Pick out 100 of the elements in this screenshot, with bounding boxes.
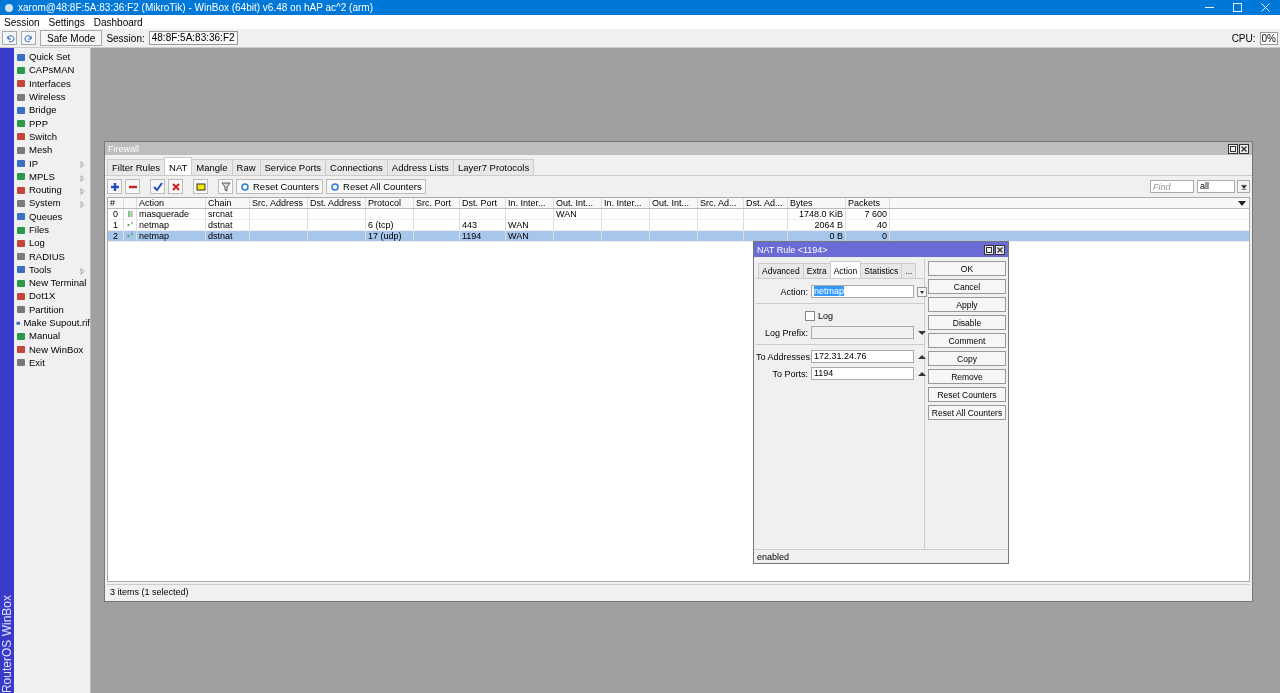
menu-item-icon	[16, 251, 26, 262]
sidebar-item[interactable]: PPP	[14, 116, 90, 130]
dialog-button[interactable]: Comment	[928, 333, 1006, 348]
dialog-button[interactable]: OK	[928, 261, 1006, 276]
sidebar-item[interactable]: Switch	[14, 129, 90, 144]
tab[interactable]: Action	[829, 261, 862, 278]
sidebar-item[interactable]: Tools	[14, 262, 90, 277]
sidebar-item[interactable]: Wireless	[14, 89, 90, 104]
column-header[interactable]: Protocol	[366, 198, 414, 208]
sidebar-item[interactable]: Queues	[14, 209, 90, 223]
sidebar-item[interactable]: Log	[14, 236, 90, 250]
column-header[interactable]: Bytes	[788, 198, 846, 208]
find-field[interactable]: Find	[1150, 180, 1194, 193]
sidebar-item[interactable]: Make Supout.rif	[14, 315, 90, 330]
column-header[interactable]: #	[108, 198, 124, 208]
column-header[interactable]: Src. Address	[250, 198, 308, 208]
menu-item-icon	[16, 118, 26, 129]
tab[interactable]: Connections	[325, 159, 388, 175]
status-text: 3 items (1 selected)	[110, 587, 189, 597]
sidebar-item[interactable]: Dot1X	[14, 289, 90, 303]
status-text: enabled	[757, 551, 790, 562]
tab[interactable]: Raw	[231, 159, 261, 175]
tab[interactable]: Advanced	[758, 263, 804, 278]
input-field[interactable]: 172.31.24.76	[811, 350, 914, 363]
remove-button[interactable]	[125, 179, 140, 194]
tab[interactable]: Address Lists	[386, 159, 454, 175]
column-header[interactable]: Dst. Port	[460, 198, 506, 208]
tab[interactable]: Filter Rules	[107, 159, 166, 175]
undo-button[interactable]	[2, 31, 17, 45]
sidebar-item[interactable]: IP	[14, 156, 90, 170]
table-cell: netmap	[139, 220, 170, 230]
sidebar-item[interactable]: Mesh	[14, 143, 90, 157]
menu-item[interactable]: Dashboard	[93, 16, 143, 28]
session-field[interactable]: 48:8F:5A:83:36:F2	[148, 31, 238, 45]
enable-button[interactable]	[150, 179, 165, 194]
menu-item[interactable]: Session	[4, 16, 40, 28]
filter-select[interactable]: all	[1197, 180, 1235, 193]
input-field[interactable]	[811, 326, 914, 339]
column-header[interactable]: Action	[137, 198, 206, 208]
table-cell: 40	[877, 220, 887, 230]
dialog-button[interactable]: Remove	[928, 369, 1006, 384]
column-header[interactable]: In. Inter...	[602, 198, 650, 208]
sidebar-item[interactable]: MPLS	[14, 169, 90, 183]
sidebar-item[interactable]: Partition	[14, 302, 90, 316]
tab[interactable]: NAT	[164, 157, 193, 175]
sidebar-item[interactable]: CAPsMAN	[14, 63, 90, 77]
add-button[interactable]	[107, 179, 122, 194]
dialog-button[interactable]: Apply	[928, 297, 1006, 312]
dialog-button[interactable]: Reset All Counters	[928, 405, 1006, 420]
field-label: Action:	[779, 286, 809, 297]
table-cell: netmap	[139, 231, 170, 241]
sidebar-item[interactable]: New WinBox	[14, 342, 90, 356]
table-cell: 7 600	[864, 209, 887, 219]
sidebar-item[interactable]: Quick Set	[14, 50, 90, 64]
dialog-button[interactable]: Disable	[928, 315, 1006, 330]
table-cell: 2064 B	[814, 220, 843, 230]
table-cell: 0 B	[829, 231, 843, 241]
sidebar-item[interactable]: Bridge	[14, 103, 90, 117]
filter-button[interactable]	[218, 179, 233, 194]
reset-counters-button[interactable]: Reset All Counters	[326, 179, 426, 194]
log-checkbox[interactable]	[805, 310, 815, 321]
tab[interactable]: Extra	[802, 263, 831, 278]
column-header[interactable]: Chain	[206, 198, 250, 208]
sidebar-item[interactable]: Files	[14, 222, 90, 237]
table-cell: 0	[882, 231, 887, 241]
menu-item-icon	[16, 104, 26, 115]
tab[interactable]: Mangle	[191, 159, 233, 175]
column-header[interactable]: Src. Port	[414, 198, 460, 208]
tab[interactable]: Statistics	[860, 263, 903, 278]
column-header[interactable]: Src. Ad...	[698, 198, 744, 208]
dialog-button[interactable]: Copy	[928, 351, 1006, 366]
table-row[interactable]: 2 netmap dstnat 17 (udp) 1194 WAN 0 B 0	[108, 231, 1249, 242]
column-header[interactable]: Dst. Address	[308, 198, 366, 208]
reset-counters-button[interactable]: Reset Counters	[236, 179, 323, 194]
sidebar-item[interactable]: Exit	[14, 355, 90, 370]
disable-button[interactable]	[168, 179, 183, 194]
sidebar-item[interactable]: Routing	[14, 182, 90, 197]
sidebar-item[interactable]: Manual	[14, 329, 90, 343]
sidebar-item[interactable]: System	[14, 196, 90, 210]
column-header[interactable]: Packets	[846, 198, 890, 208]
dialog-button[interactable]: Reset Counters	[928, 387, 1006, 402]
sidebar-item[interactable]: New Terminal	[14, 276, 90, 290]
menu-item[interactable]: Settings	[48, 16, 85, 28]
column-header[interactable]: In. Inter...	[506, 198, 554, 208]
dialog-button[interactable]: Cancel	[928, 279, 1006, 294]
column-header[interactable]: Dst. Ad...	[744, 198, 788, 208]
table-row[interactable]: 0 masquerade srcnat WAN 1748.0 KiB 7 600	[108, 209, 1249, 220]
tab[interactable]: Layer7 Protocols	[452, 159, 535, 175]
safe-mode-button[interactable]: Safe Mode	[40, 30, 103, 46]
sidebar-item[interactable]: Interfaces	[14, 76, 90, 90]
comment-button[interactable]	[193, 179, 208, 194]
tab[interactable]: Service Ports	[259, 159, 327, 175]
column-header[interactable]: Out. Int...	[554, 198, 602, 208]
menu-item-icon	[16, 211, 26, 222]
close-icon	[1261, 3, 1270, 12]
column-header[interactable]: Out. Int...	[650, 198, 698, 208]
sidebar-item[interactable]: RADIUS	[14, 249, 90, 263]
input-field[interactable]: 1194	[811, 367, 914, 380]
redo-button[interactable]	[21, 31, 36, 45]
tab[interactable]: ...	[901, 263, 917, 278]
